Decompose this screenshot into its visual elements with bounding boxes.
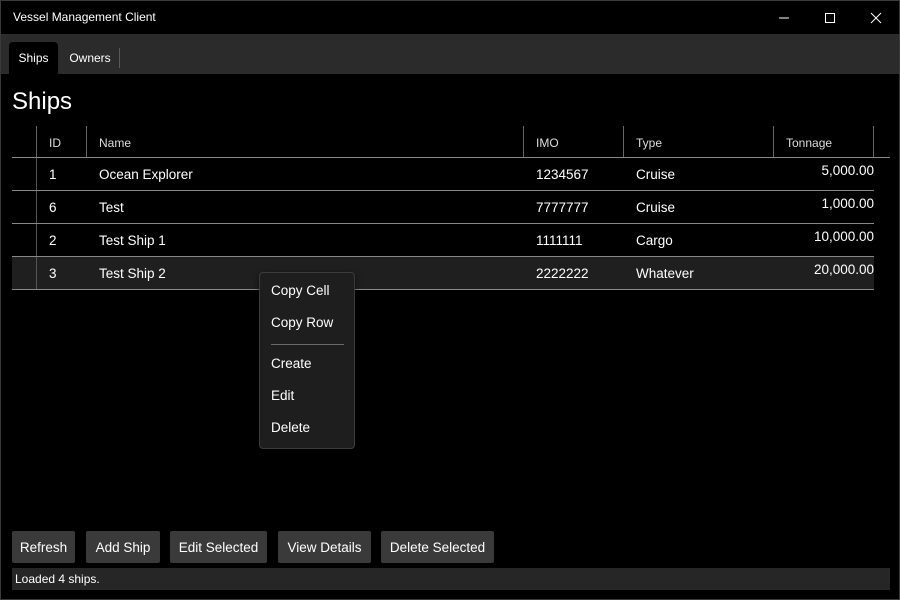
cell-id[interactable]: 2 (49, 224, 57, 256)
menu-item-copy-row[interactable]: Copy Row (271, 315, 333, 330)
cell-type[interactable]: Cruise (636, 158, 675, 190)
cell-name[interactable]: Test (99, 191, 124, 223)
row-header[interactable] (12, 158, 37, 190)
cell-name[interactable]: Test Ship 1 (99, 224, 166, 256)
close-icon (870, 12, 882, 23)
cell-type[interactable]: Cruise (636, 191, 675, 223)
cell-tonnage[interactable]: 20,000.00 (774, 257, 874, 289)
column-separator[interactable] (523, 126, 524, 157)
cell-imo[interactable]: 1234567 (536, 158, 589, 190)
cell-imo[interactable]: 2222222 (536, 257, 589, 289)
cell-name[interactable]: Ocean Explorer (99, 158, 193, 190)
tab-owners[interactable]: Owners (61, 48, 120, 68)
menu-item-copy-cell[interactable]: Copy Cell (271, 283, 330, 298)
column-separator[interactable] (773, 126, 774, 157)
cell-name[interactable]: Test Ship 2 (99, 257, 166, 289)
window-title: Vessel Management Client (13, 10, 156, 24)
column-separator[interactable] (86, 126, 87, 157)
status-bar: Loaded 4 ships. (12, 568, 890, 590)
row-header[interactable] (12, 257, 37, 289)
column-header-type[interactable]: Type (636, 126, 662, 157)
grid-header: ID Name IMO Type Tonnage (12, 126, 890, 158)
cell-id[interactable]: 1 (49, 158, 57, 190)
table-row[interactable]: 1 Ocean Explorer 1234567 Cruise 5,000.00 (12, 158, 874, 191)
menu-separator (271, 344, 344, 345)
cell-type[interactable]: Cargo (636, 224, 673, 256)
column-separator[interactable] (36, 126, 37, 157)
table-row[interactable]: 2 Test Ship 1 1111111 Cargo 10,000.00 (12, 224, 874, 257)
minimize-icon (779, 17, 789, 18)
cell-tonnage[interactable]: 1,000.00 (774, 191, 874, 223)
maximize-icon (825, 12, 835, 23)
cell-tonnage[interactable]: 5,000.00 (774, 158, 874, 190)
status-text: Loaded 4 ships. (15, 572, 100, 586)
column-header-imo[interactable]: IMO (536, 126, 559, 157)
column-header-tonnage[interactable]: Tonnage (786, 126, 832, 157)
cell-type[interactable]: Whatever (636, 257, 694, 289)
delete-selected-button[interactable]: Delete Selected (381, 531, 494, 563)
context-menu: Copy Cell Copy Row Create Edit Delete (259, 272, 355, 449)
ships-grid[interactable]: ID Name IMO Type Tonnage 1 Ocean Explore… (12, 126, 890, 290)
column-header-id[interactable]: ID (49, 126, 61, 157)
table-row[interactable]: 6 Test 7777777 Cruise 1,000.00 (12, 191, 874, 224)
column-separator[interactable] (623, 126, 624, 157)
tab-ships[interactable]: Ships (9, 42, 58, 74)
menu-item-edit[interactable]: Edit (271, 388, 294, 403)
minimize-button[interactable] (761, 1, 807, 34)
row-header[interactable] (12, 191, 37, 223)
refresh-button[interactable]: Refresh (12, 531, 75, 563)
column-separator[interactable] (873, 126, 874, 157)
view-details-button[interactable]: View Details (278, 531, 371, 563)
cell-id[interactable]: 6 (49, 191, 57, 223)
add-ship-button[interactable]: Add Ship (86, 531, 160, 563)
cell-id[interactable]: 3 (49, 257, 57, 289)
menu-item-create[interactable]: Create (271, 356, 312, 371)
page-title: Ships (12, 88, 73, 115)
tab-strip: Ships Owners (1, 34, 899, 74)
cell-imo[interactable]: 7777777 (536, 191, 589, 223)
cell-tonnage[interactable]: 10,000.00 (774, 224, 874, 256)
row-header[interactable] (12, 224, 37, 256)
app-window: Vessel Management Client Ships Owners Sh… (0, 0, 900, 600)
title-bar: Vessel Management Client (1, 1, 899, 34)
edit-selected-button[interactable]: Edit Selected (170, 531, 267, 563)
close-button[interactable] (853, 1, 899, 34)
column-header-name[interactable]: Name (99, 126, 131, 157)
table-row-selected[interactable]: 3 Test Ship 2 2222222 Whatever 20,000.00 (12, 257, 874, 290)
menu-item-delete[interactable]: Delete (271, 420, 310, 435)
maximize-button[interactable] (807, 1, 853, 34)
cell-imo[interactable]: 1111111 (536, 224, 583, 256)
